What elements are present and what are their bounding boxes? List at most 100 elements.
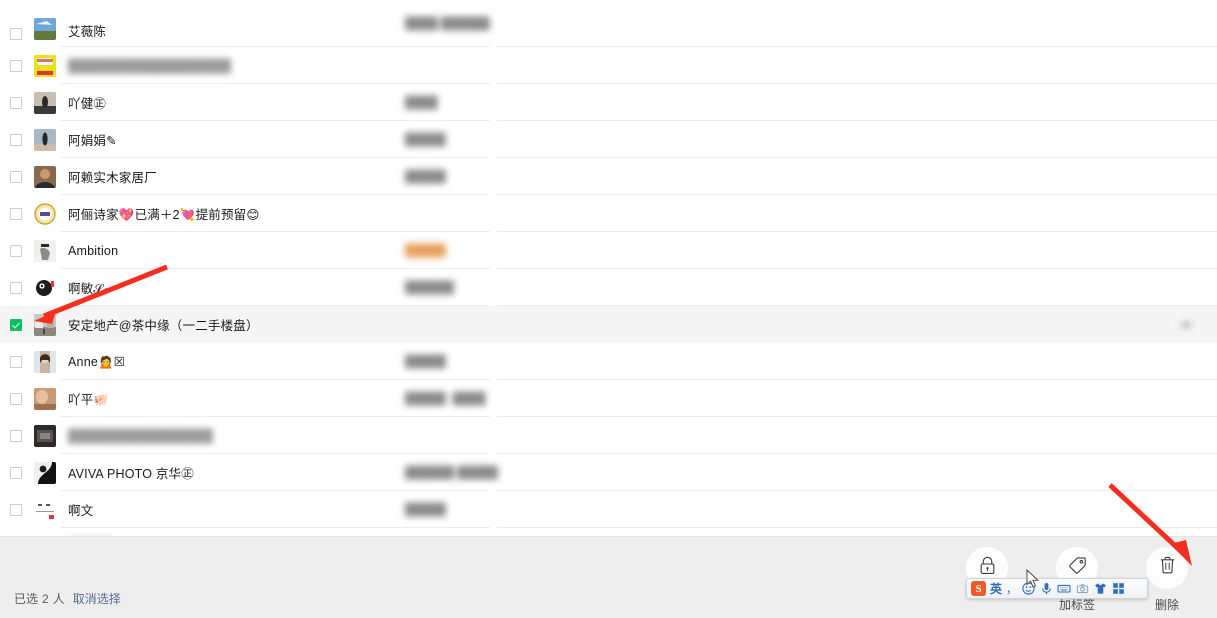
contact-row[interactable]: 阿赖实木家居厂 █████ — [0, 158, 1217, 195]
avatar[interactable] — [34, 461, 56, 484]
avatar[interactable] — [34, 498, 56, 521]
delete-button-circle[interactable] — [1146, 547, 1188, 589]
checkbox-icon[interactable] — [10, 59, 22, 72]
sogou-logo-icon[interactable]: S — [971, 581, 986, 596]
contact-list[interactable]: 艾薇陈 ████ ██████ ██████████████████ 吖健㊣ ████ 阿… — [0, 0, 1217, 536]
checkbox-icon[interactable] — [10, 466, 22, 479]
checkbox-icon[interactable] — [10, 503, 22, 516]
contact-row[interactable]: ████████████████ — [0, 417, 1217, 454]
checkbox-icon[interactable] — [10, 244, 22, 257]
avatar[interactable] — [34, 202, 56, 225]
selection-footer: 已选 2 人 取消选择 加标签 删除 — [0, 536, 1217, 618]
microphone-icon[interactable] — [1039, 582, 1053, 596]
cancel-selection-link[interactable]: 取消选择 — [73, 590, 121, 607]
contact-name: 啊文 — [68, 504, 94, 518]
contact-remark: █████ — [405, 244, 446, 257]
checkbox-icon[interactable] — [10, 281, 22, 294]
contact-name: 啊敏𝒮𝓊 — [68, 282, 111, 296]
avatar[interactable] — [34, 91, 56, 114]
contact-row[interactable]: ██████████████████ — [0, 47, 1217, 84]
contact-remark: ██████ █████ — [405, 466, 498, 479]
contact-remark: ████ ██████ — [405, 17, 490, 30]
contact-row[interactable]: 吖健㊣ ████ — [0, 84, 1217, 121]
row-checkbox-wrap[interactable] — [0, 96, 32, 109]
selection-count: 2 — [42, 591, 49, 606]
row-checkbox-wrap[interactable] — [0, 59, 32, 72]
contact-name: 阿娟娟✎ — [68, 134, 117, 148]
avatar[interactable] — [34, 387, 56, 410]
contact-name: 阿赖实木家居厂 — [68, 171, 157, 185]
contact-row[interactable]: 啊敏𝒮𝓊 ██████ — [0, 269, 1217, 306]
checkbox-icon[interactable] — [10, 170, 22, 183]
contact-name: Ambition — [68, 243, 119, 258]
contact-remark: ████ — [405, 96, 438, 109]
row-checkbox-wrap[interactable] — [0, 207, 32, 220]
contact-remark: █████ — [405, 133, 446, 146]
contact-name: 吖健㊣ — [68, 97, 107, 111]
contact-remark: █████ — [405, 503, 446, 516]
keyboard-icon[interactable] — [1057, 582, 1071, 596]
avatar[interactable] — [34, 54, 56, 77]
avatar[interactable] — [34, 128, 56, 151]
row-checkbox-wrap[interactable] — [0, 28, 32, 40]
selection-suffix-label: 人 — [52, 592, 65, 606]
avatar[interactable] — [34, 313, 56, 336]
tag-icon — [1068, 556, 1087, 580]
avatar[interactable] — [34, 165, 56, 188]
contact-row[interactable]: 艾薇陈 ████ ██████ — [0, 0, 1217, 47]
avatar[interactable] — [34, 424, 56, 447]
avatar[interactable] — [34, 276, 56, 299]
row-checkbox-wrap[interactable] — [0, 170, 32, 183]
contact-row[interactable]: 安定地产@茶中缘（一二手楼盘） — [0, 306, 1217, 343]
contact-name: ████████████████ — [68, 428, 213, 443]
checkbox-icon[interactable] — [10, 133, 22, 146]
checkbox-icon[interactable] — [10, 392, 22, 405]
checkbox-icon[interactable] — [10, 207, 22, 220]
row-checkbox-wrap[interactable] — [0, 244, 32, 257]
row-trailing-icon[interactable] — [1177, 318, 1195, 332]
lock-icon — [979, 556, 996, 580]
avatar[interactable] — [34, 239, 56, 262]
contact-row[interactable]: 阿俪诗家💖已满＋2💘提前预留😊 — [0, 195, 1217, 232]
contacts-multiselect-screen: 艾薇陈 ████ ██████ ██████████████████ 吖健㊣ ████ 阿… — [0, 0, 1217, 618]
checkbox-icon[interactable] — [10, 355, 22, 368]
row-checkbox-wrap[interactable] — [0, 503, 32, 516]
sogou-ime-toolbar[interactable]: S 英 ， — [966, 578, 1148, 599]
row-checkbox-wrap[interactable] — [0, 392, 32, 405]
contact-row[interactable]: 吖平🐖 █████ ·████ — [0, 380, 1217, 417]
ime-mode-label[interactable]: 英 — [990, 580, 1002, 597]
emoji-icon[interactable] — [1021, 582, 1035, 596]
contact-row[interactable]: █████ — [0, 528, 1217, 536]
contact-row[interactable]: Anne🙍☒ █████ — [0, 343, 1217, 380]
contact-row[interactable]: AVIVA PHOTO 京华㊣ ██████ █████ — [0, 454, 1217, 491]
contact-row[interactable]: 啊文 █████ — [0, 491, 1217, 528]
screenshot-icon[interactable] — [1075, 582, 1089, 596]
skin-icon[interactable] — [1093, 582, 1107, 596]
contact-name: 艾薇陈 — [68, 25, 107, 39]
contact-row[interactable]: 阿娟娟✎ █████ — [0, 121, 1217, 158]
checkbox-icon[interactable] — [10, 96, 22, 109]
selection-status: 已选 2 人 取消选择 — [14, 590, 121, 607]
row-checkbox-wrap[interactable] — [0, 281, 32, 294]
avatar[interactable] — [34, 18, 56, 40]
contact-name: AVIVA PHOTO 京华㊣ — [68, 467, 194, 481]
checkbox-icon[interactable] — [10, 28, 22, 40]
contact-remark: █████ — [405, 355, 446, 368]
contact-remark: ██████ — [405, 281, 454, 294]
contact-name: 安定地产@茶中缘（一二手楼盘） — [68, 319, 259, 333]
contact-remark: █████ — [405, 170, 446, 183]
contact-remark: █████ ·████ — [405, 392, 486, 405]
checkbox-icon[interactable] — [10, 429, 22, 442]
checkbox-checked-icon[interactable] — [10, 318, 22, 331]
row-checkbox-wrap[interactable] — [0, 466, 32, 479]
contact-row[interactable]: Ambition █████ — [0, 232, 1217, 269]
ime-punctuation-label[interactable]: ， — [1006, 581, 1017, 597]
row-checkbox-wrap[interactable] — [0, 133, 32, 146]
row-checkbox-wrap[interactable] — [0, 355, 32, 368]
row-checkbox-wrap[interactable] — [0, 429, 32, 442]
avatar[interactable] — [34, 350, 56, 373]
selection-prefix-label: 已选 — [14, 592, 39, 606]
contact-name: ██████████████████ — [68, 58, 232, 73]
toolbox-icon[interactable] — [1111, 582, 1125, 596]
row-checkbox-wrap[interactable] — [0, 318, 32, 331]
